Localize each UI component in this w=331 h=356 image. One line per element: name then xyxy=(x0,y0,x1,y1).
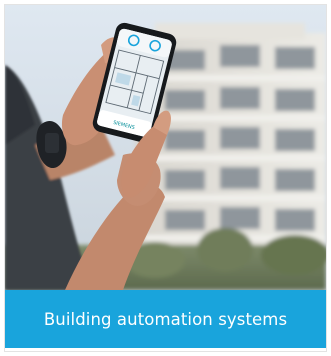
photo-illustration: SIEMENS xyxy=(5,5,326,290)
hero-photo: SIEMENS xyxy=(5,5,326,290)
caption-text: Building automation systems xyxy=(43,309,288,329)
caption-bar: Building automation systems xyxy=(5,290,326,348)
